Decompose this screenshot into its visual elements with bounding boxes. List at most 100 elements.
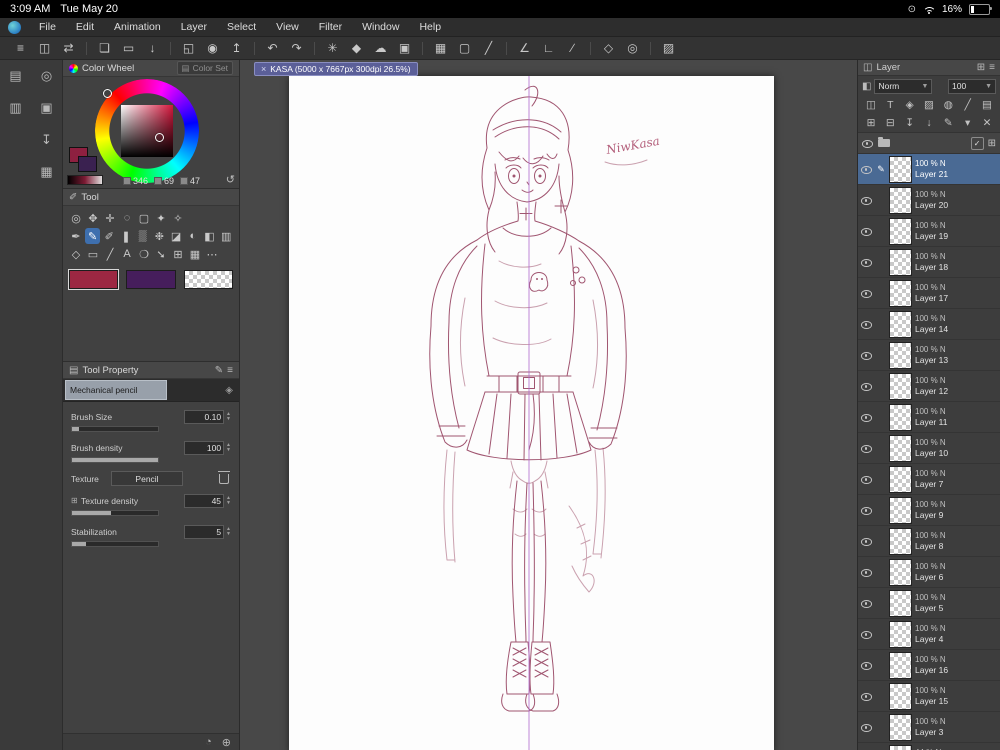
item-bank-icon[interactable]: ▦ bbox=[37, 162, 57, 182]
export-icon[interactable]: ↥ bbox=[226, 39, 247, 57]
menu-item-file[interactable]: File bbox=[29, 21, 66, 33]
setting-slider[interactable] bbox=[71, 457, 159, 463]
pen-tool[interactable]: ✒ bbox=[68, 228, 84, 244]
layer-row[interactable]: 100 % N Layer 8 bbox=[858, 526, 1000, 557]
texture-select-button[interactable]: Pencil bbox=[111, 471, 183, 486]
secondary-color-swatch[interactable] bbox=[78, 156, 97, 172]
visibility-eye-icon[interactable] bbox=[861, 195, 873, 206]
panel-tool[interactable]: ⊞ bbox=[170, 246, 186, 262]
pencil-tool[interactable]: ✎ bbox=[84, 228, 101, 244]
stepper-icon[interactable]: ▲ ▼ bbox=[226, 496, 231, 505]
airbrush-tool[interactable]: ▒ bbox=[135, 228, 151, 244]
visibility-eye-icon[interactable] bbox=[861, 722, 873, 733]
visibility-eye-icon[interactable] bbox=[862, 138, 874, 149]
history-icon[interactable]: ◔ bbox=[205, 736, 212, 748]
tab-color-wheel[interactable]: Color Wheel bbox=[82, 63, 134, 74]
snap-grid-icon[interactable]: ∕ bbox=[562, 39, 583, 57]
visibility-eye-icon[interactable] bbox=[861, 536, 873, 547]
edit-subtool-icon[interactable]: ✎ bbox=[215, 365, 223, 376]
snap-off-icon[interactable]: ╱ bbox=[478, 39, 499, 57]
layer-row[interactable]: 100 % N Layer 17 bbox=[858, 278, 1000, 309]
layer-folder-row[interactable]: ✓ ⊞ bbox=[858, 132, 1000, 154]
brush-tool[interactable]: ❚ bbox=[118, 228, 134, 244]
setting-value[interactable]: 45 bbox=[184, 493, 225, 508]
stepper-icon[interactable]: ▲ ▼ bbox=[226, 412, 231, 421]
canvas[interactable]: NiwKasa bbox=[289, 76, 774, 750]
touch-gesture-icon[interactable]: ◫ bbox=[34, 39, 55, 57]
menu-item-filter[interactable]: Filter bbox=[309, 21, 352, 33]
setting-value[interactable]: 100 bbox=[184, 440, 225, 455]
layer-row[interactable]: 100 % N Layer 5 bbox=[858, 588, 1000, 619]
layer-settings-icon[interactable]: ▾ bbox=[960, 116, 976, 131]
text-tool[interactable]: A bbox=[119, 246, 135, 262]
main-color-swatch[interactable] bbox=[67, 269, 120, 290]
layer-row[interactable]: 100 % N Layer 12 bbox=[858, 371, 1000, 402]
layer-thumbnail[interactable] bbox=[889, 682, 912, 710]
palette-options-icon[interactable]: ▤ bbox=[979, 98, 995, 113]
layer-row[interactable]: 100 % N Layer 14 bbox=[858, 309, 1000, 340]
layer-thumbnail[interactable] bbox=[889, 527, 912, 555]
flip-canvas-icon[interactable]: ⇄ bbox=[58, 39, 79, 57]
lasso-tool[interactable]: ◌ bbox=[119, 210, 135, 226]
move-tool[interactable]: ✛ bbox=[102, 210, 118, 226]
page-manager-icon[interactable]: ▤ bbox=[6, 66, 26, 86]
visibility-eye-icon[interactable] bbox=[861, 319, 873, 330]
visibility-eye-icon[interactable] bbox=[861, 443, 873, 454]
blend-tool[interactable]: ◐ bbox=[185, 228, 201, 244]
edit-layer-icon[interactable]: ✎ bbox=[940, 116, 956, 131]
visibility-eye-icon[interactable] bbox=[861, 288, 873, 299]
snap-special-ruler-icon[interactable]: ∟ bbox=[538, 39, 559, 57]
layer-row[interactable]: 100 % N Layer 19 bbox=[858, 216, 1000, 247]
clear-icon[interactable]: ✳ bbox=[322, 39, 343, 57]
panel-menu-icon[interactable]: ≡ bbox=[227, 365, 233, 376]
selection-tool[interactable]: ▢ bbox=[136, 210, 152, 226]
zoom-settings-icon[interactable]: ⊕ bbox=[222, 736, 231, 749]
fill-icon[interactable]: ◆ bbox=[346, 39, 367, 57]
lock-layer-icon[interactable]: ◈ bbox=[902, 98, 918, 113]
visibility-eye-icon[interactable] bbox=[861, 660, 873, 671]
visibility-eye-icon[interactable] bbox=[861, 350, 873, 361]
ruler-layer-icon[interactable]: ╱ bbox=[960, 98, 976, 113]
fill-tool[interactable]: ◧ bbox=[202, 228, 218, 244]
ruler-tool[interactable]: ╱ bbox=[102, 246, 118, 262]
visibility-eye-icon[interactable] bbox=[861, 505, 873, 516]
layer-thumbnail[interactable] bbox=[889, 558, 912, 586]
new-layer-icon[interactable]: ⊞ bbox=[863, 116, 879, 131]
layer-thumbnail[interactable] bbox=[889, 589, 912, 617]
layer-thumbnail[interactable] bbox=[889, 341, 912, 369]
sv-marker[interactable] bbox=[155, 133, 164, 142]
layer-thumbnail[interactable] bbox=[889, 713, 912, 741]
layer-thumbnail[interactable] bbox=[889, 465, 912, 493]
decoration-tool[interactable]: ❉ bbox=[152, 228, 168, 244]
eyedropper-tool[interactable]: ✧ bbox=[170, 210, 186, 226]
layer-thumbnail[interactable] bbox=[889, 279, 912, 307]
layer-menu-icon[interactable]: ≡ bbox=[989, 62, 995, 73]
layer-thumbnail[interactable] bbox=[889, 310, 912, 338]
line-correction-tool[interactable]: ➘ bbox=[153, 246, 169, 262]
wand-tool[interactable]: ✦ bbox=[153, 210, 169, 226]
visibility-eye-icon[interactable] bbox=[861, 691, 873, 702]
merge-down-icon[interactable]: ↓ bbox=[921, 116, 937, 131]
layer-thumbnail[interactable] bbox=[889, 620, 912, 648]
trash-icon[interactable] bbox=[218, 470, 230, 484]
layer-row[interactable]: 100 % N Layer 13 bbox=[858, 340, 1000, 371]
menu-item-window[interactable]: Window bbox=[352, 21, 409, 33]
search-icon[interactable]: ◎ bbox=[622, 39, 643, 57]
layer-row[interactable]: 100 % N Layer 11 bbox=[858, 402, 1000, 433]
layer-thumbnail[interactable] bbox=[889, 496, 912, 524]
folder-clip-icon[interactable]: ⊞ bbox=[988, 138, 996, 149]
snap-ruler-icon[interactable]: ∠ bbox=[514, 39, 535, 57]
stepper-icon[interactable]: ▲ ▼ bbox=[226, 527, 231, 536]
visibility-eye-icon[interactable] bbox=[861, 226, 873, 237]
visibility-eye-icon[interactable] bbox=[861, 164, 873, 175]
grid-tool[interactable]: ▦ bbox=[187, 246, 203, 262]
layer-thumbnail[interactable] bbox=[889, 403, 912, 431]
layer-thumbnail[interactable] bbox=[889, 248, 912, 276]
hue-marker[interactable] bbox=[103, 89, 112, 98]
more-tools[interactable]: ⋯ bbox=[204, 246, 220, 262]
sub-color-swatch[interactable] bbox=[126, 270, 176, 289]
close-tab-icon[interactable]: × bbox=[261, 64, 266, 74]
setting-value[interactable]: 0.10 bbox=[184, 409, 225, 424]
marker-tool[interactable]: ✐ bbox=[101, 228, 117, 244]
layer-add-icon[interactable]: ⊞ bbox=[977, 62, 985, 73]
